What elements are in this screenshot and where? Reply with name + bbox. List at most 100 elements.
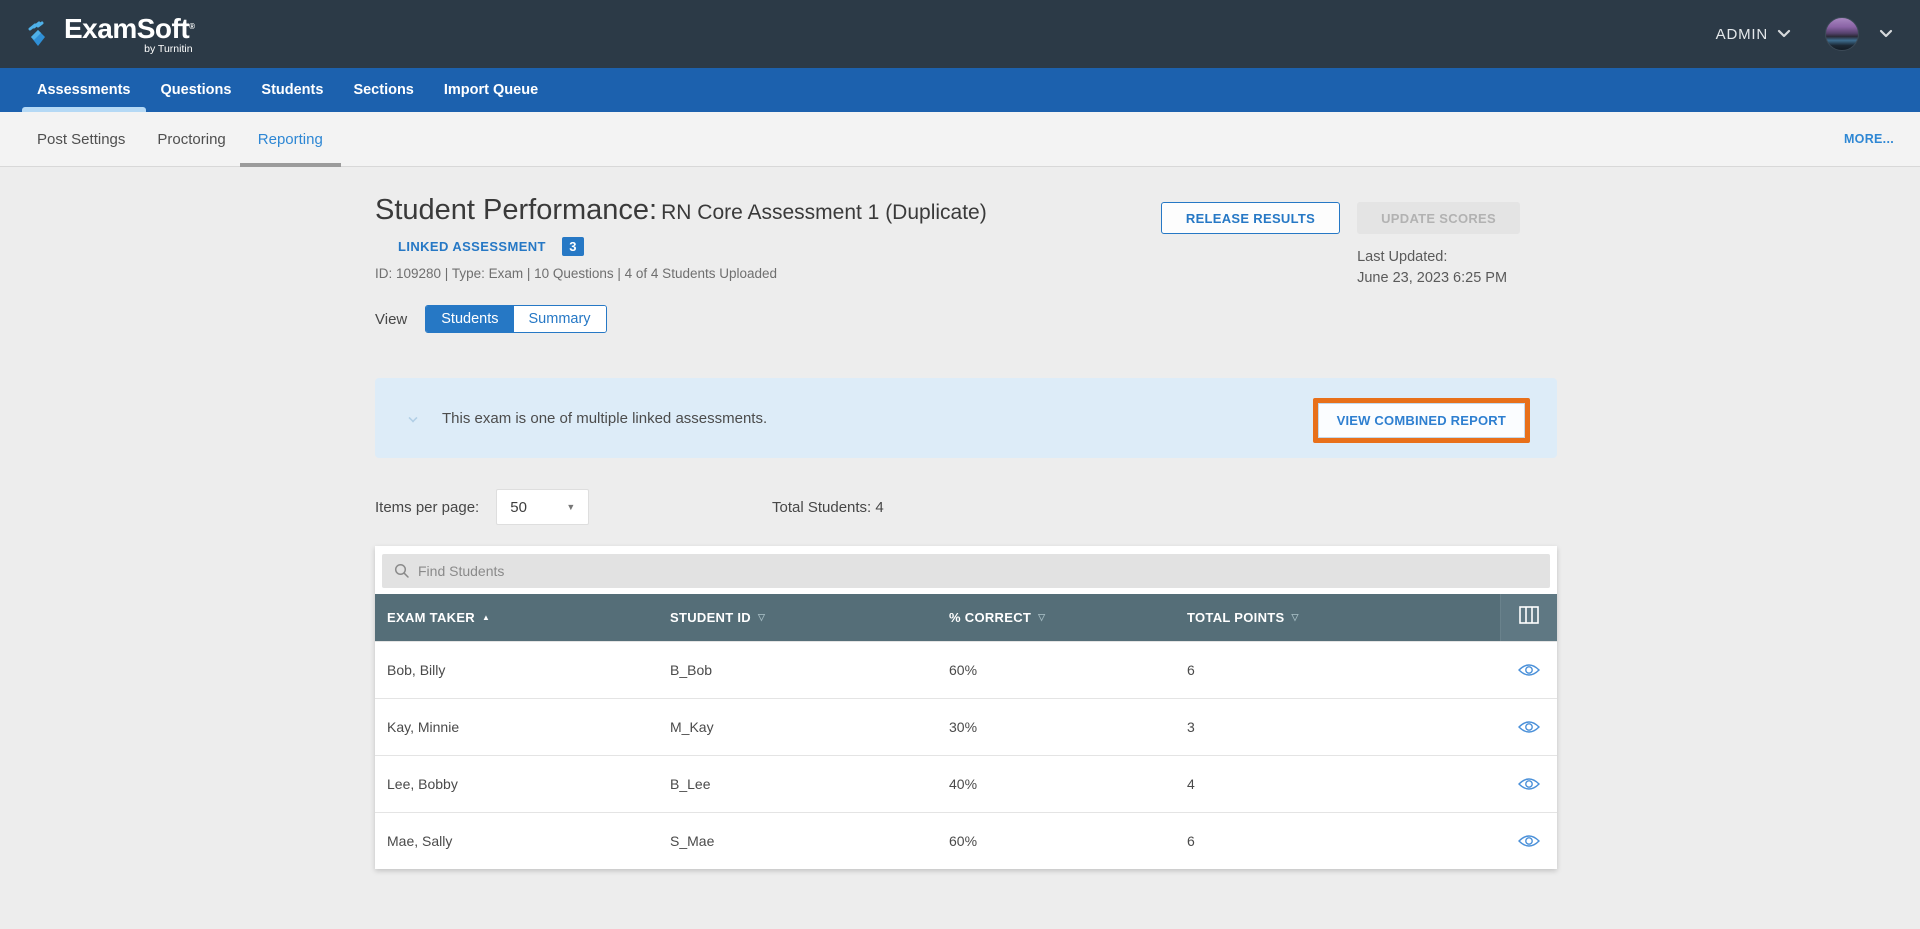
update-scores-button[interactable]: UPDATE SCORES [1357,202,1520,234]
linked-assessment-label[interactable]: LINKED ASSESSMENT [398,239,546,254]
linked-assessment-count-badge[interactable]: 3 [562,237,584,256]
find-students-input[interactable] [418,563,1550,579]
column-header-student-id[interactable]: STUDENT ID ▽ [658,610,937,625]
items-per-page-select[interactable]: 50 ▼ [496,489,589,525]
view-student-report-button[interactable] [1500,776,1557,792]
total-students: Total Students: 4 [772,499,884,516]
subnav-item-proctoring[interactable]: Proctoring [157,112,225,166]
view-student-report-button[interactable] [1500,833,1557,849]
column-label: EXAM TAKER [387,610,475,625]
view-toggle-row: View Students Summary [375,305,1557,333]
columns-icon [1519,606,1539,629]
top-bar-right: ADMIN [1716,17,1893,51]
release-results-button[interactable]: RELEASE RESULTS [1161,202,1340,234]
banner-tick-icon [408,413,417,422]
admin-menu-label[interactable]: ADMIN [1716,26,1768,43]
banner-message: This exam is one of multiple linked asse… [442,410,767,427]
table-controls-row: Items per page: 50 ▼ Total Students: 4 [375,489,1557,525]
cell-exam-taker: Bob, Billy [375,662,658,678]
logo-tagline: by Turnitin [144,43,192,55]
logo-text: ExamSoft® by Turnitin [64,14,195,55]
select-caret-icon: ▼ [566,502,575,512]
cell-percent-correct: 40% [937,776,1175,792]
nav-item-sections[interactable]: Sections [353,68,413,112]
column-header-total-points[interactable]: TOTAL POINTS ▽ [1175,610,1500,625]
highlight-annotation: VIEW COMBINED REPORT [1313,398,1530,443]
last-updated-value: June 23, 2023 6:25 PM [1357,268,1520,289]
view-tab-students[interactable]: Students [426,306,513,332]
assessment-name: RN Core Assessment 1 (Duplicate) [661,201,987,225]
update-scores-column: UPDATE SCORES Last Updated: June 23, 202… [1357,202,1520,289]
view-combined-report-button[interactable]: VIEW COMBINED REPORT [1318,403,1525,438]
cell-student-id: S_Mae [658,833,937,849]
table-row: Lee, Bobby B_Lee 40% 4 [375,755,1557,812]
cell-total-points: 3 [1175,719,1500,735]
table-row: Kay, Minnie M_Kay 30% 3 [375,698,1557,755]
table-row: Mae, Sally S_Mae 60% 6 [375,812,1557,869]
examsoft-logo[interactable]: ExamSoft® by Turnitin [27,14,195,55]
view-tab-summary[interactable]: Summary [514,306,606,332]
view-segmented-control: Students Summary [425,305,606,333]
sort-icon: ▽ [758,612,765,623]
cell-total-points: 6 [1175,833,1500,849]
last-updated-label: Last Updated: [1357,247,1520,268]
cell-exam-taker: Mae, Sally [375,833,658,849]
cell-total-points: 4 [1175,776,1500,792]
view-student-report-button[interactable] [1500,719,1557,735]
examsoft-app-window: ExamSoft® by Turnitin ADMIN Assessments … [0,0,1920,929]
sort-icon: ▽ [1038,612,1045,623]
nav-item-assessments[interactable]: Assessments [37,68,131,112]
table-row: Bob, Billy B_Bob 60% 6 [375,641,1557,698]
linked-assessment-banner: This exam is one of multiple linked asse… [375,378,1557,458]
nav-item-students[interactable]: Students [261,68,323,112]
subnav-item-post-settings[interactable]: Post Settings [37,112,125,166]
cell-exam-taker: Lee, Bobby [375,776,658,792]
admin-chevron-down-icon[interactable] [1777,25,1791,43]
items-per-page-label: Items per page: [375,499,479,516]
cell-percent-correct: 60% [937,662,1175,678]
items-per-page-value: 50 [510,499,527,516]
column-header-percent-correct[interactable]: % CORRECT ▽ [937,610,1175,625]
nav-item-label: Import Queue [444,82,538,98]
user-menu-chevron-down-icon[interactable] [1879,25,1893,43]
cell-percent-correct: 30% [937,719,1175,735]
column-label: TOTAL POINTS [1187,610,1285,625]
view-student-report-button[interactable] [1500,662,1557,678]
subnav-item-label: Post Settings [37,131,125,148]
subnav-item-label: Proctoring [157,131,225,148]
nav-item-label: Questions [161,82,232,98]
last-updated: Last Updated: June 23, 2023 6:25 PM [1357,247,1520,289]
cell-student-id: B_Bob [658,662,937,678]
more-link[interactable]: MORE... [1844,132,1894,146]
sort-asc-icon: ▲ [482,613,490,622]
registered-mark: ® [189,22,194,31]
table-header-row: EXAM TAKER ▲ STUDENT ID ▽ % CORRECT ▽ TO… [375,594,1557,641]
cell-exam-taker: Kay, Minnie [375,719,658,735]
subnav-item-reporting[interactable]: Reporting [258,112,323,166]
nav-item-import-queue[interactable]: Import Queue [444,68,538,112]
examsoft-check-icon [27,20,57,55]
page-title: Student Performance: [375,192,657,228]
nav-item-label: Sections [353,82,413,98]
sub-nav: Post Settings Proctoring Reporting MORE.… [0,112,1920,167]
logo-wordmark: ExamSoft® [64,14,195,44]
nav-item-label: Students [261,82,323,98]
cell-student-id: B_Lee [658,776,937,792]
main-nav: Assessments Questions Students Sections … [0,68,1920,112]
top-bar: ExamSoft® by Turnitin ADMIN [0,0,1920,68]
column-header-exam-taker[interactable]: EXAM TAKER ▲ [375,610,658,625]
search-wrap [375,546,1557,594]
nav-item-questions[interactable]: Questions [161,68,232,112]
subnav-item-label: Reporting [258,131,323,148]
user-avatar[interactable] [1825,17,1859,51]
view-label: View [375,311,407,328]
sort-icon: ▽ [1292,612,1299,623]
column-settings-button[interactable] [1500,594,1557,641]
header-actions: RELEASE RESULTS UPDATE SCORES Last Updat… [1161,202,1520,289]
column-label: STUDENT ID [670,610,751,625]
nav-item-label: Assessments [37,82,131,98]
column-label: % CORRECT [949,610,1031,625]
cell-percent-correct: 60% [937,833,1175,849]
search-field[interactable] [382,554,1550,588]
main-content: Student Performance: RN Core Assessment … [375,167,1557,869]
